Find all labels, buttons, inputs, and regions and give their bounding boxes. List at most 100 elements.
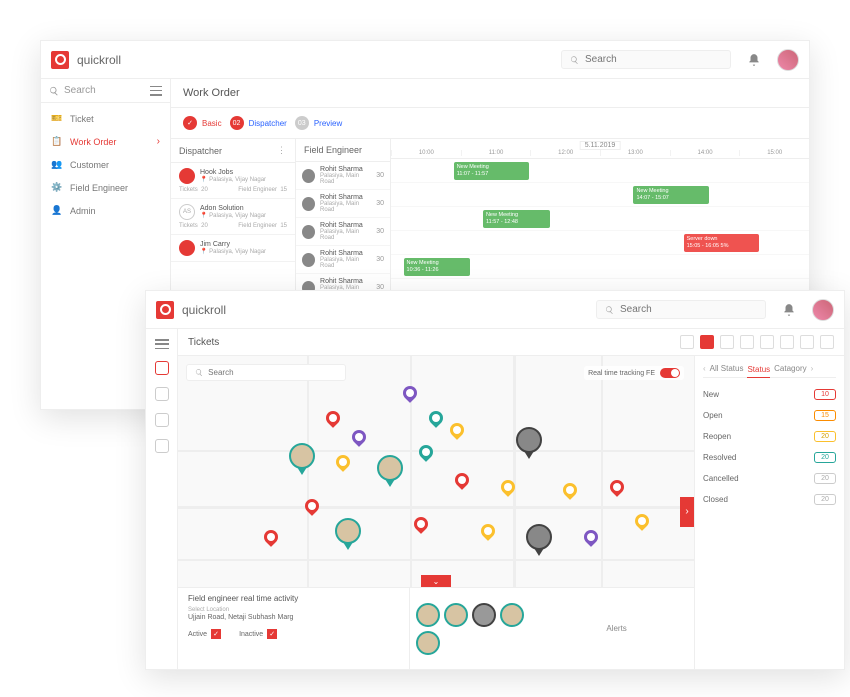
engineer-row[interactable]: Rohit SharmaPalasiya, Main Road30 <box>296 218 390 246</box>
step-preview[interactable]: 03Preview <box>295 116 342 130</box>
engineer-row[interactable]: Rohit SharmaPalasiya, Main Road30 <box>296 190 390 218</box>
ticket-pin[interactable] <box>450 423 464 437</box>
calendar-event[interactable]: New Meeting10:36 - 11:26 <box>404 258 471 276</box>
engineer-pin[interactable] <box>516 427 542 459</box>
chevron-right-icon[interactable]: › <box>811 364 814 373</box>
tab-all-status[interactable]: All Status <box>710 364 744 373</box>
status-row-cancelled[interactable]: Cancelled20 <box>703 468 836 489</box>
sidebar-item-ticket[interactable]: 🎫Ticket <box>41 107 170 130</box>
engineer-avatar[interactable] <box>416 603 440 627</box>
status-row-closed[interactable]: Closed20 <box>703 489 836 510</box>
user-avatar[interactable] <box>777 49 799 71</box>
engineer-row[interactable]: Rohit SharmaPalasiya, Main Road30 <box>296 162 390 190</box>
user-avatar[interactable] <box>812 299 834 321</box>
hamburger-icon[interactable] <box>155 339 169 349</box>
hamburger-icon[interactable] <box>150 86 162 96</box>
engineer-pin[interactable] <box>526 524 552 556</box>
sidebar-item-field-engineer[interactable]: ⚙️Field Engineer <box>41 176 170 199</box>
tab-category[interactable]: Catagory <box>774 364 806 373</box>
engineer-pin[interactable] <box>377 455 403 487</box>
step-dispatcher[interactable]: 02Dispatcher <box>230 116 287 130</box>
bottom-panel: Field engineer real time activity Select… <box>178 587 694 669</box>
map-view-icon[interactable] <box>700 335 714 349</box>
ticket-pin[interactable] <box>305 499 319 513</box>
realtime-toggle[interactable]: Real time tracking FE <box>584 366 684 380</box>
ticket-pin[interactable] <box>336 455 350 469</box>
inactive-checkbox[interactable]: ✓ <box>267 629 277 639</box>
bell-icon[interactable] <box>747 53 761 67</box>
engineer-row[interactable]: Rohit SharmaPalasiya, Main Road30 <box>296 246 390 274</box>
more-icon[interactable]: ⋮ <box>277 145 287 156</box>
realtime-label: Real time tracking FE <box>588 370 655 377</box>
sidebar-item-admin[interactable]: 👤Admin <box>41 199 170 222</box>
map-search[interactable] <box>186 364 346 381</box>
rail-item-3[interactable] <box>155 413 169 427</box>
ticket-pin[interactable] <box>403 386 417 400</box>
nav-icon: 🎫 <box>51 113 62 124</box>
rail-item-4[interactable] <box>155 439 169 453</box>
columns-icon[interactable] <box>740 335 754 349</box>
timeline-row: New Meeting10:36 - 11:26 <box>391 255 809 279</box>
ticket-pin[interactable] <box>481 524 495 538</box>
panel-collapse-bottom[interactable]: ⌄ <box>421 575 451 587</box>
hour-label: 10:00 <box>391 150 461 156</box>
header: quickroll <box>41 41 809 79</box>
status-row-resolved[interactable]: Resolved20 <box>703 447 836 468</box>
refresh-icon[interactable] <box>780 335 794 349</box>
status-row-reopen[interactable]: Reopen20 <box>703 426 836 447</box>
sidebar-item-customer[interactable]: 👥Customer <box>41 153 170 176</box>
global-search-input[interactable] <box>585 54 722 65</box>
global-search[interactable] <box>596 300 766 319</box>
dispatcher-card[interactable]: Hook Jobs📍 Palasiya, Vijay NagarTickets … <box>171 163 295 199</box>
ticket-pin[interactable] <box>635 514 649 528</box>
ticket-pin[interactable] <box>429 411 443 425</box>
step-basic[interactable]: ✓Basic <box>183 116 222 130</box>
ticket-pin[interactable] <box>264 530 278 544</box>
calendar-event[interactable]: New Meeting14:07 - 15:07 <box>633 186 708 204</box>
chevron-left-icon[interactable]: ‹ <box>703 364 706 373</box>
rail-item-2[interactable] <box>155 387 169 401</box>
sidebar-item-work-order[interactable]: 📋Work Order› <box>41 130 170 153</box>
ticket-pin[interactable] <box>352 430 366 444</box>
toggle-switch[interactable] <box>660 368 680 378</box>
tab-status[interactable]: Status <box>747 365 770 378</box>
ticket-pin[interactable] <box>414 517 428 531</box>
engineer-pin[interactable] <box>335 518 361 550</box>
filter-icon[interactable] <box>760 335 774 349</box>
ticket-pin[interactable] <box>501 480 515 494</box>
ticket-pin[interactable] <box>563 483 577 497</box>
engineer-avatar[interactable] <box>472 603 496 627</box>
engineer-avatar[interactable] <box>444 603 468 627</box>
map-search-input[interactable] <box>208 368 337 377</box>
calendar-event[interactable]: New Meeting11:57 - 12:48 <box>483 210 550 228</box>
engineer-avatar[interactable] <box>500 603 524 627</box>
ticket-pin[interactable] <box>610 480 624 494</box>
ticket-pin[interactable] <box>419 445 433 459</box>
list-view-icon[interactable] <box>720 335 734 349</box>
location-value[interactable]: Ujjain Road, Netaji Subhash Marg <box>188 614 399 621</box>
ticket-pin[interactable] <box>455 473 469 487</box>
engineer-avatar[interactable] <box>416 631 440 655</box>
ticket-pin[interactable] <box>584 530 598 544</box>
map[interactable]: Real time tracking FE › ⌄ Field engineer… <box>178 356 694 669</box>
calendar-event[interactable]: New Meeting11:07 - 11:57 <box>454 162 529 180</box>
calendar-event[interactable]: Server down15:05 - 16:05 5% <box>684 234 759 252</box>
rail-item-tickets[interactable] <box>155 361 169 375</box>
global-search-input[interactable] <box>620 304 757 315</box>
engineer-pin[interactable] <box>289 443 315 475</box>
ticket-pin[interactable] <box>326 411 340 425</box>
dispatcher-card[interactable]: Jim Carry📍 Palasiya, Vijay Nagar <box>171 235 295 262</box>
global-search[interactable] <box>561 50 731 69</box>
dispatcher-card[interactable]: ASAdon Solution📍 Palasiya, Vijay NagarTi… <box>171 199 295 235</box>
user-icon[interactable] <box>800 335 814 349</box>
bell-icon[interactable] <box>782 303 796 317</box>
panel-collapse-right[interactable]: › <box>680 497 694 527</box>
sidebar-search[interactable]: Search <box>41 79 170 103</box>
add-icon[interactable] <box>820 335 834 349</box>
grid-view-icon[interactable] <box>680 335 694 349</box>
status-tabs: ‹ All Status Status Catagory › <box>703 364 836 378</box>
brand-logo-icon <box>156 301 174 319</box>
status-row-new[interactable]: New10 <box>703 384 836 405</box>
active-checkbox[interactable]: ✓ <box>211 629 221 639</box>
status-row-open[interactable]: Open15 <box>703 405 836 426</box>
